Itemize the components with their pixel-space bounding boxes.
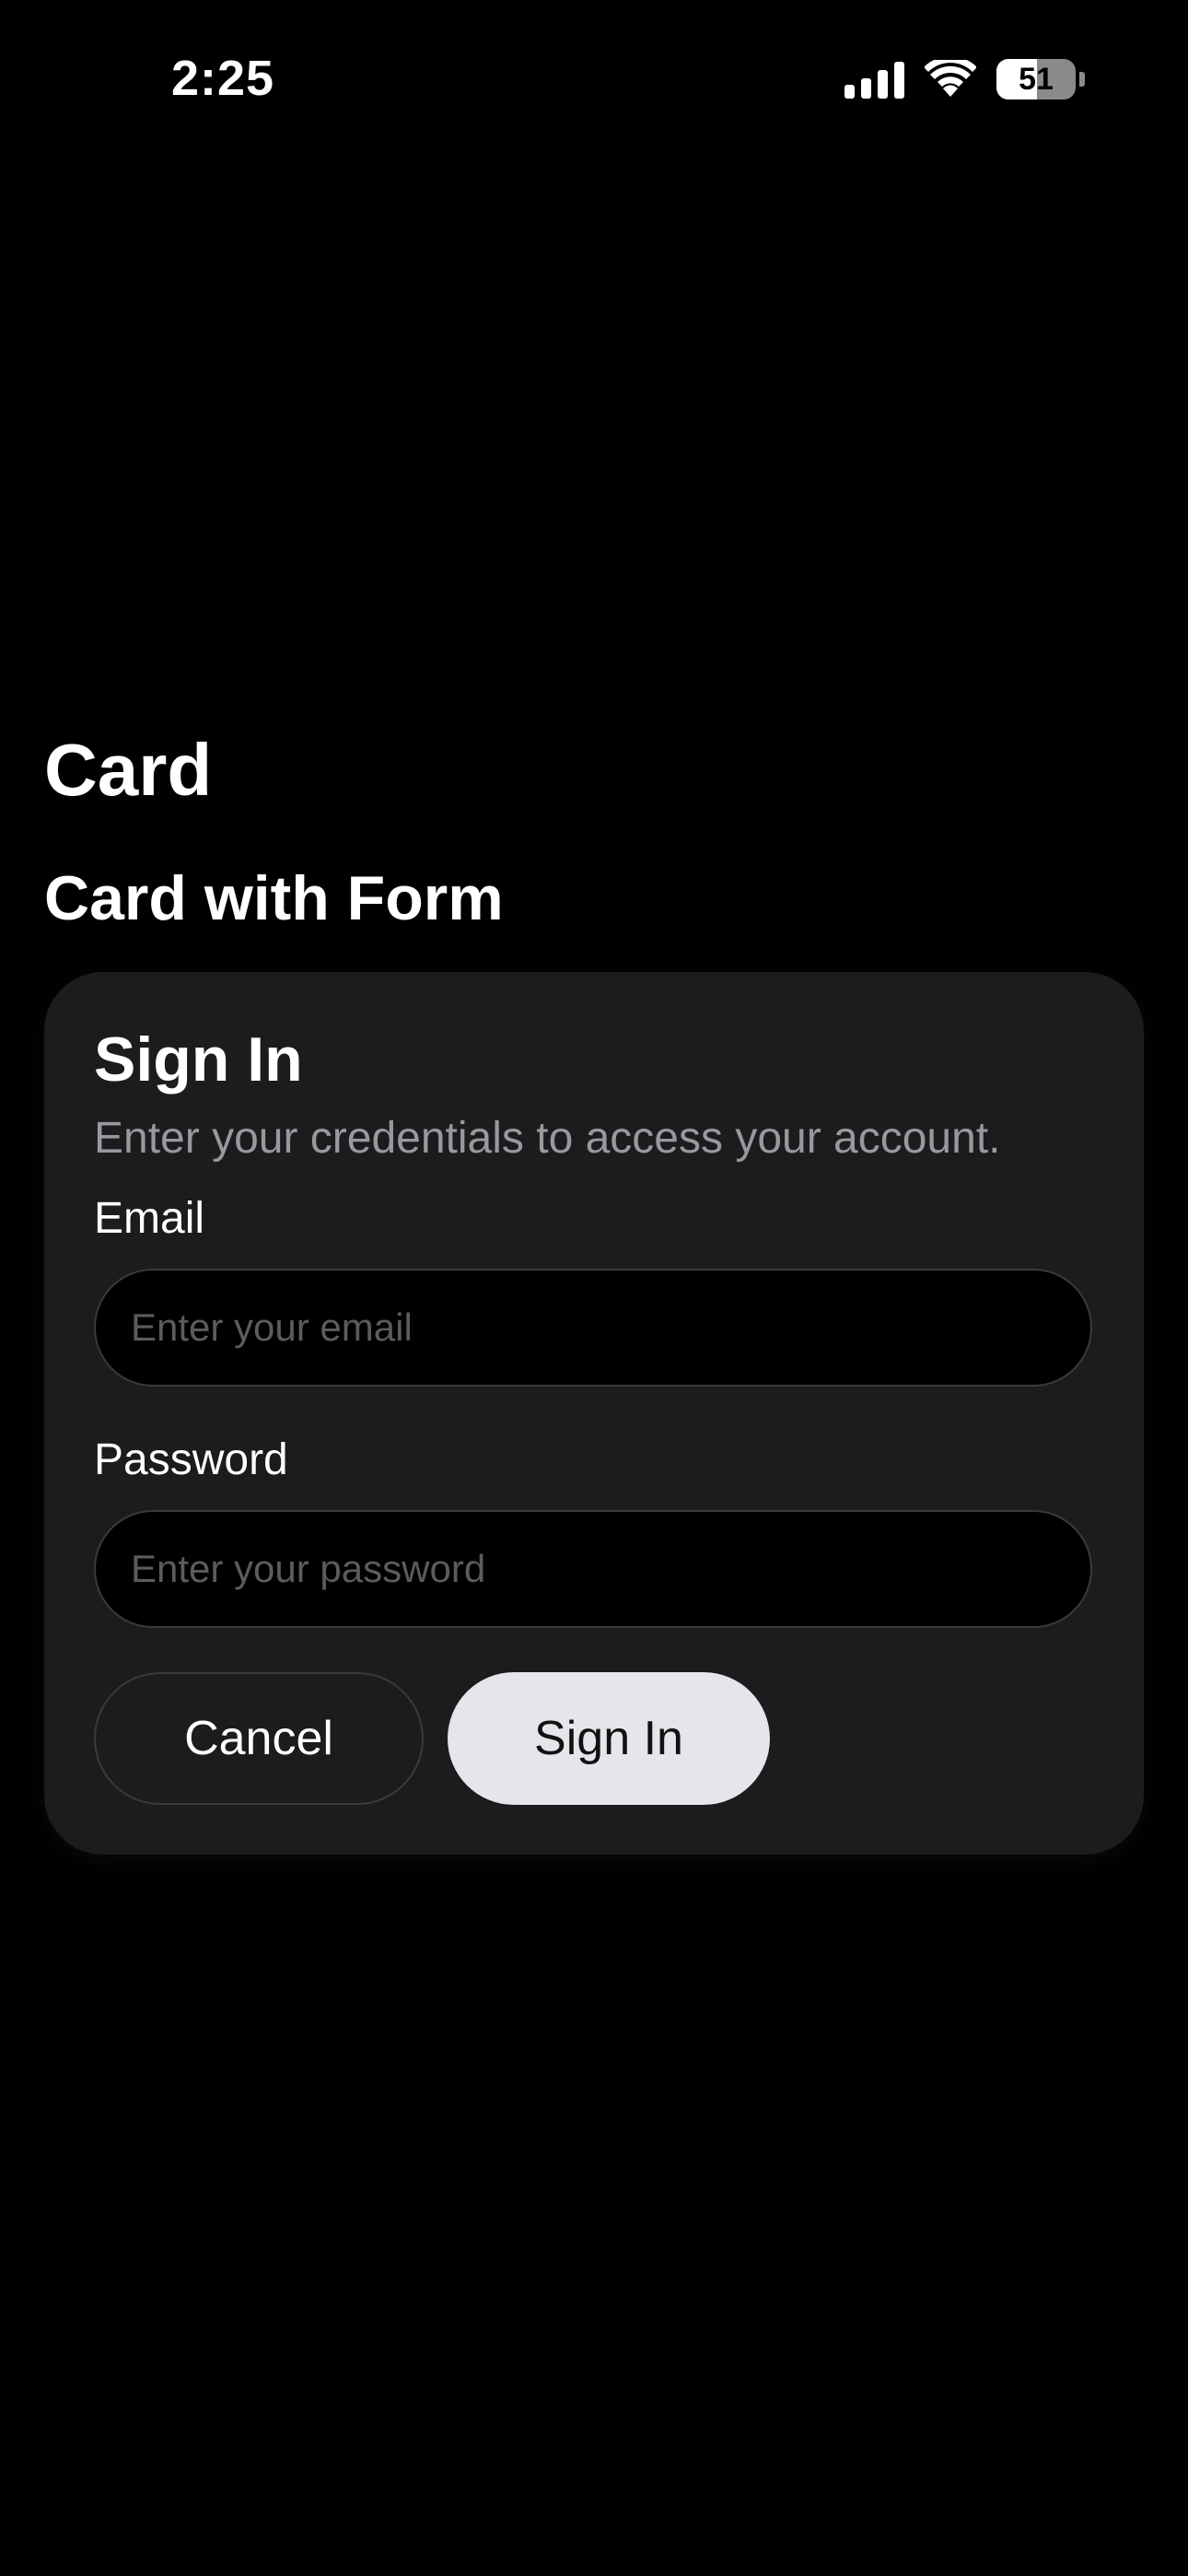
- page-title: Card: [44, 729, 213, 811]
- battery-icon: 51: [996, 59, 1076, 100]
- card-description: Enter your credentials to access your ac…: [94, 1114, 1001, 1163]
- battery-level: 51: [1019, 61, 1054, 97]
- sign-in-button[interactable]: Sign In: [448, 1672, 770, 1805]
- sign-in-card: Sign In Enter your credentials to access…: [44, 972, 1144, 1855]
- section-title: Card with Form: [44, 863, 504, 933]
- wifi-icon: [925, 60, 976, 99]
- card-title: Sign In: [94, 1025, 303, 1095]
- battery-cap: [1079, 72, 1085, 87]
- email-label: Email: [94, 1194, 205, 1243]
- email-field[interactable]: [94, 1269, 1092, 1387]
- password-field[interactable]: [94, 1510, 1092, 1628]
- screen: 2:25 51 Card Card with Form Sign In Ente…: [0, 0, 1188, 2576]
- status-time: 2:25: [171, 51, 275, 106]
- status-icons: 51: [844, 55, 1085, 103]
- signal-icon: [844, 60, 904, 99]
- cancel-button[interactable]: Cancel: [94, 1672, 424, 1805]
- password-label: Password: [94, 1435, 288, 1484]
